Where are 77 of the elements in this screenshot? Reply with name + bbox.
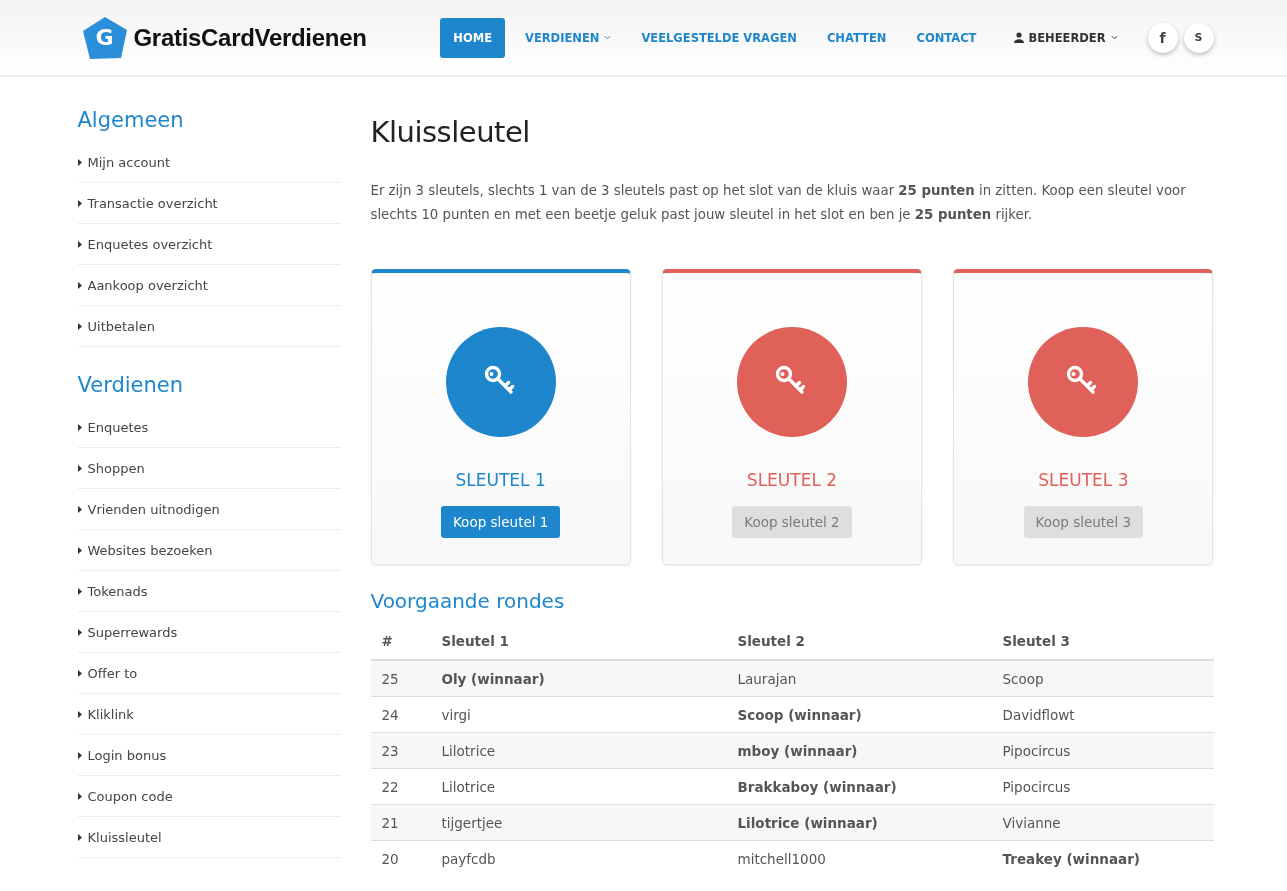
table-cell: 25 [370, 660, 431, 697]
table-cell: Lilotrice [430, 732, 727, 769]
table-cell: 23 [370, 732, 431, 769]
triangle-icon [77, 628, 82, 636]
nav-link[interactable]: BEHEERDER [1004, 17, 1128, 58]
key-title: SLEUTEL 3 [1038, 470, 1129, 490]
table-cell: Pipocircus [991, 768, 1214, 805]
logo-icon[interactable] [81, 15, 128, 60]
sidebar-item[interactable]: Login bonus [77, 735, 341, 776]
section-heading: Voorgaande rondes [370, 589, 566, 613]
key-title: SLEUTEL 1 [455, 470, 546, 490]
table-cell: Oly (winnaar) [430, 660, 727, 697]
sidebar-item[interactable]: Websites bezoeken [77, 530, 341, 571]
nav-link[interactable]: VEELGESTELDE VRAGEN [631, 17, 807, 58]
sidebar-item[interactable]: Enquetes overzicht [77, 224, 341, 265]
table-cell: virgi [430, 696, 727, 733]
sidebar-item[interactable]: Kliklink [77, 694, 341, 735]
table-cell: payfcdb [430, 840, 727, 876]
sidebar-heading: Verdienen [77, 373, 185, 397]
triangle-icon [77, 669, 82, 677]
nav-link[interactable]: CONTACT [906, 17, 987, 58]
sidebar-item[interactable]: Tokenads [77, 571, 341, 612]
triangle-icon [77, 546, 82, 554]
logo-letter: G [95, 24, 114, 50]
table-cell: mitchell1000 [726, 840, 992, 876]
table-cell: Scoop (winnaar) [726, 696, 992, 733]
table-cell: Davidflowt [991, 696, 1214, 733]
triangle-icon [77, 587, 82, 595]
table-cell: Pipocircus [991, 732, 1214, 769]
sidebar-item[interactable]: Offer to [77, 653, 341, 694]
sidebar-heading: Algemeen [77, 108, 185, 132]
triangle-icon [77, 505, 82, 513]
skype-button[interactable]: S [1183, 22, 1214, 53]
logo-text[interactable]: GratisCardVerdienen [133, 23, 367, 52]
triangle-icon [77, 158, 82, 166]
table-cell: Lilotrice (winnaar) [726, 804, 992, 841]
triangle-icon [77, 833, 82, 841]
table-cell: Treakey (winnaar) [991, 840, 1214, 876]
sidebar-item[interactable]: Superrewards [77, 612, 341, 653]
table-cell: 24 [370, 696, 431, 733]
sidebar-item[interactable]: Mijn account [77, 142, 341, 183]
table-cell: 20 [370, 840, 431, 876]
table-cell: Laurajan [726, 660, 992, 697]
table-cell: Scoop [991, 660, 1214, 697]
triangle-icon [77, 199, 82, 207]
triangle-icon [77, 464, 82, 472]
triangle-icon [77, 710, 82, 718]
page-title: Kluissleutel [370, 115, 531, 149]
sidebar-item[interactable]: Vrienden uitnodigen [77, 489, 341, 530]
sidebar-item[interactable]: Shoppen [77, 448, 341, 489]
buy-key-button[interactable]: Koop sleutel 1 [440, 506, 561, 538]
triangle-icon [77, 240, 82, 248]
nav-link[interactable]: CHATTEN [816, 17, 897, 58]
sidebar-item[interactable]: Coupon code [77, 776, 341, 817]
triangle-icon [77, 751, 82, 759]
sidebar-item[interactable]: Enquetes [77, 407, 341, 448]
user-icon [1014, 32, 1025, 43]
intro-paragraph: Er zijn 3 sleutels, slechts 1 van de 3 sleutels past op het slot van de kluis waar 25 punten in zitten. Koop een sleutel voor slechts 10 punten en met een beetje geluk past jouw sleutel in het slot en ben je 25 punten rijker. [370, 182, 1187, 224]
triangle-icon [77, 423, 82, 431]
nav-link[interactable]: HOME [440, 17, 505, 58]
triangle-icon [77, 281, 82, 289]
table-cell: 22 [370, 768, 431, 805]
sidebar-item[interactable]: Transactie overzicht [77, 183, 341, 224]
sidebar-item[interactable]: Kluissleutel [77, 817, 341, 858]
triangle-icon [77, 322, 82, 330]
sidebar-item[interactable]: Uitbetalen [77, 306, 341, 347]
table-cell: 21 [370, 804, 431, 841]
table-cell: Vivianne [991, 804, 1214, 841]
sidebar-item[interactable]: Aankoop overzicht [77, 265, 341, 306]
facebook-button[interactable]: f [1147, 22, 1178, 53]
table-cell: Brakkaboy (winnaar) [726, 768, 992, 805]
nav-link[interactable]: VERDIENEN [515, 17, 622, 58]
table-cell: tijgertjee [430, 804, 727, 841]
key-title: SLEUTEL 2 [746, 470, 838, 490]
table-cell: Lilotrice [430, 768, 727, 805]
table-cell: mboy (winnaar) [726, 732, 992, 769]
triangle-icon [77, 792, 82, 800]
